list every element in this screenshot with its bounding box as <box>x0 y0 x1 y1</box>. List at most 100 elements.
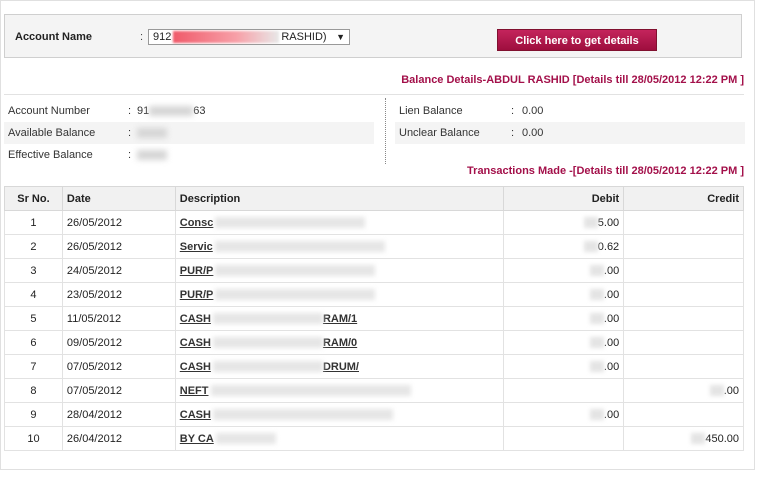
description-start: PUR/P <box>179 288 214 301</box>
lien-balance-value: 0.00 <box>522 105 544 117</box>
sr-no-cell: 9 <box>4 402 63 427</box>
description-start: PUR/P <box>179 264 214 277</box>
description-start: Servic <box>179 240 213 253</box>
description-start: Consc <box>179 216 214 229</box>
redacted-region <box>691 433 706 445</box>
credit-value: 450.00 <box>705 432 739 445</box>
sr-no-cell: 2 <box>4 234 63 259</box>
description-cell: CASH RAM/1 <box>174 306 505 331</box>
transaction-description-link[interactable]: BY CA <box>180 433 276 445</box>
debit-cell: .00 <box>503 402 625 427</box>
description-header: Description <box>174 186 505 211</box>
transaction-description-link[interactable]: CASH <box>180 409 393 421</box>
sr-no-cell: 5 <box>4 306 63 331</box>
description-cell: PUR/P <box>174 282 505 307</box>
credit-header: Credit <box>623 186 744 211</box>
table-row: 10 26/04/2012 BY CA 450.00 <box>4 426 744 451</box>
redacted-region <box>589 409 604 421</box>
redacted-region <box>212 313 323 325</box>
table-row: 7 07/05/2012 CASH DRUM/ .00 <box>4 354 744 379</box>
credit-value: .00 <box>723 384 739 397</box>
redacted-region <box>589 289 604 301</box>
transactions-title: Transactions Made -[Details till 28/05/2… <box>467 165 744 177</box>
transaction-description-link[interactable]: Servic <box>180 241 385 253</box>
debit-header: Debit <box>503 186 625 211</box>
transaction-description-link[interactable]: CASH RAM/1 <box>180 313 357 325</box>
credit-cell <box>623 354 744 379</box>
redacted-region <box>215 433 276 445</box>
redacted-region <box>589 313 604 325</box>
debit-value: .00 <box>603 408 620 421</box>
description-start: CASH <box>179 408 211 421</box>
account-number-suffix: 63 <box>193 105 206 117</box>
description-cell: PUR/P <box>174 258 505 283</box>
colon: : <box>128 127 132 139</box>
debit-value: 5.00 <box>597 216 620 229</box>
transaction-description-link[interactable]: CASH DRUM/ <box>180 361 359 373</box>
table-row: 8 07/05/2012 NEFT .00 <box>4 378 744 403</box>
date-cell: 26/05/2012 <box>61 210 176 235</box>
transactions-table: Sr No. Date Description Debit Credit 1 26… <box>4 186 744 451</box>
transaction-description-link[interactable]: Consc <box>180 217 366 229</box>
debit-cell: .00 <box>503 258 625 283</box>
redacted-region <box>149 106 194 117</box>
credit-cell <box>623 282 744 307</box>
debit-value: .00 <box>603 360 620 373</box>
description-end: RAM/0 <box>322 336 358 349</box>
transaction-description-link[interactable]: PUR/P <box>180 265 376 277</box>
sr-no-cell: 8 <box>4 378 63 403</box>
redacted-region <box>709 385 724 397</box>
unclear-balance-row: Unclear Balance : 0.00 <box>395 122 745 144</box>
debit-value: .00 <box>603 336 620 349</box>
transaction-description-link[interactable]: NEFT <box>180 385 411 397</box>
description-start: NEFT <box>179 384 209 397</box>
debit-cell: .00 <box>503 282 625 307</box>
description-start: CASH <box>179 312 211 325</box>
table-row: 2 26/05/2012 Servic 0.62 <box>4 234 744 259</box>
description-cell: Servic <box>174 234 505 259</box>
debit-cell: .00 <box>503 354 625 379</box>
redacted-region <box>173 31 280 44</box>
account-number-prefix: 91 <box>137 105 150 117</box>
credit-cell <box>623 210 744 235</box>
credit-cell <box>623 306 744 331</box>
account-select[interactable]: 912 RASHID) ▼ <box>148 29 350 45</box>
credit-cell <box>623 402 744 427</box>
date-cell: 07/05/2012 <box>61 354 176 379</box>
account-number-row: Account Number : 91 63 <box>4 100 374 122</box>
date-cell: 23/05/2012 <box>61 282 176 307</box>
redacted-region <box>215 289 376 301</box>
sr-no-cell: 7 <box>4 354 63 379</box>
debit-cell: 5.00 <box>503 210 625 235</box>
colon: : <box>511 105 515 117</box>
debit-cell <box>503 426 625 451</box>
divider <box>4 94 744 95</box>
date-header: Date <box>61 186 176 211</box>
date-cell: 07/05/2012 <box>61 378 176 403</box>
redacted-region <box>589 361 604 373</box>
redacted-region <box>212 337 323 349</box>
redacted-region <box>212 361 323 373</box>
transaction-description-link[interactable]: PUR/P <box>180 289 376 301</box>
debit-value: .00 <box>603 264 620 277</box>
credit-cell <box>623 234 744 259</box>
account-number-value: 91 63 <box>137 100 206 122</box>
debit-cell: 0.62 <box>503 234 625 259</box>
effective-balance-label: Effective Balance <box>8 149 93 161</box>
redacted-region <box>589 337 604 349</box>
description-cell: CASH DRUM/ <box>174 354 505 379</box>
unclear-balance-label: Unclear Balance <box>399 127 480 139</box>
date-cell: 11/05/2012 <box>61 306 176 331</box>
account-selector-bar: Account Name : 912 RASHID) ▼ Click here t… <box>4 14 742 58</box>
table-row: 3 24/05/2012 PUR/P .00 <box>4 258 744 283</box>
table-row: 1 26/05/2012 Consc 5.00 <box>4 210 744 235</box>
redacted-region <box>215 265 376 277</box>
table-row: 5 11/05/2012 CASH RAM/1 .00 <box>4 306 744 331</box>
redacted-region <box>589 265 604 277</box>
get-details-button[interactable]: Click here to get details <box>497 29 657 51</box>
description-end: RAM/1 <box>322 312 358 325</box>
debit-value: .00 <box>603 312 620 325</box>
sr-no-header: Sr No. <box>4 186 63 211</box>
table-row: 6 09/05/2012 CASH RAM/0 .00 <box>4 330 744 355</box>
transaction-description-link[interactable]: CASH RAM/0 <box>180 337 357 349</box>
